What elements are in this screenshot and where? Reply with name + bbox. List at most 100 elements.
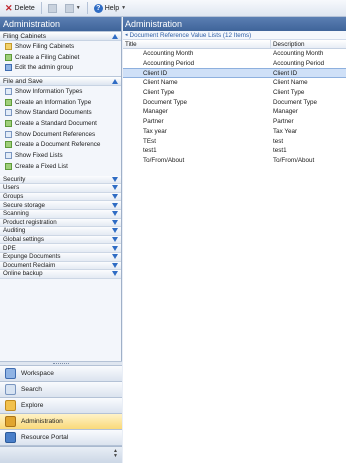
cell-title: Document Type [143, 98, 187, 106]
group-filing-cabinets[interactable]: Filing Cabinets [0, 31, 121, 41]
delete-button[interactable]: ✕ Delete [2, 1, 38, 15]
table-row[interactable]: Client Type Client Type [123, 88, 346, 98]
task-create-information-type[interactable]: Create an Information Type [0, 97, 121, 108]
cabinet-icon [5, 42, 12, 50]
nav-administration[interactable]: Administration [0, 414, 122, 430]
expand-icon[interactable] [112, 185, 118, 191]
task-create-standard-document[interactable]: Create a Standard Document [0, 118, 121, 129]
group-secure-storage[interactable]: Secure storage [0, 201, 121, 210]
table-row[interactable]: TEst test [123, 136, 346, 146]
group-global-settings[interactable]: Global settings [0, 235, 121, 245]
cell-title: Tax year [143, 127, 167, 135]
table-row[interactable]: Client Name Client Name [123, 78, 346, 88]
collapse-arrow-icon: ◂ [125, 32, 128, 38]
table-row[interactable]: Manager Manager [123, 107, 346, 117]
task-label: Show Document References [15, 130, 96, 138]
document-icon [5, 109, 12, 117]
cell-description: Manager [273, 108, 298, 116]
collapse-icon[interactable] [112, 33, 118, 39]
group-title: Scanning [3, 210, 29, 218]
group-product-registration[interactable]: Product registration [0, 218, 121, 228]
table-row[interactable]: Partner Partner [123, 117, 346, 127]
expand-icon[interactable] [112, 211, 118, 217]
cabinet-add-icon [5, 53, 12, 61]
expand-icon[interactable] [112, 219, 118, 225]
nav-overflow-bar[interactable]: ▲ ▼ [0, 446, 122, 463]
help-button[interactable]: ? Help ▼ [91, 1, 129, 15]
group-title: File and Save [3, 77, 43, 85]
group-dpe[interactable]: DPE [0, 244, 121, 253]
key-icon [5, 416, 16, 427]
task-label: Show Fixed Lists [15, 152, 63, 160]
nav-workspace[interactable]: Workspace [0, 366, 122, 382]
table-row[interactable]: Accounting Month Accounting Month [123, 49, 346, 59]
group-title: Auditing [3, 227, 26, 235]
nav-search[interactable]: Search [0, 382, 122, 398]
expand-icon[interactable] [112, 254, 118, 260]
table-row-selected[interactable]: Client ID Client ID [123, 68, 346, 79]
task-show-standard-documents[interactable]: Show Standard Documents [0, 107, 121, 118]
task-show-document-references[interactable]: Show Document References [0, 129, 121, 140]
disabled-tool-button[interactable] [45, 1, 60, 15]
expand-icon[interactable] [112, 237, 118, 243]
expand-icon[interactable] [112, 194, 118, 200]
nav-resource-portal[interactable]: Resource Portal [0, 430, 122, 446]
group-users[interactable]: Users [0, 184, 121, 193]
table-row[interactable]: Document Type Document Type [123, 97, 346, 107]
table-row[interactable]: test1 test1 [123, 146, 346, 156]
delete-icon: ✕ [5, 2, 13, 13]
task-create-document-reference[interactable]: Create a Document Reference [0, 140, 121, 151]
group-expunge-documents[interactable]: Expunge Documents [0, 252, 121, 262]
cell-title: Manager [143, 108, 168, 116]
cell-title: Accounting Period [143, 60, 195, 68]
group-security[interactable]: Security [0, 175, 121, 185]
task-label: Create a Filing Cabinet [15, 53, 80, 61]
table-row[interactable]: To/From/About To/From/About [123, 156, 346, 166]
expand-icon[interactable] [112, 228, 118, 234]
left-pane-title: Administration [0, 17, 121, 31]
table-row[interactable]: Tax year Tax Year [123, 127, 346, 137]
cell-title: Client ID [143, 69, 168, 77]
column-header-title[interactable]: Title [123, 40, 271, 48]
group-scanning[interactable]: Scanning [0, 209, 121, 219]
cell-title: test1 [143, 147, 157, 155]
cell-description: test1 [273, 147, 287, 155]
table-row[interactable]: Accounting Period Accounting Period [123, 59, 346, 69]
chevron-down-icon: ▼ [121, 5, 127, 11]
expand-icon[interactable] [112, 271, 118, 277]
group-title: Product registration [3, 218, 57, 226]
task-show-filing-cabinets[interactable]: Show Filing Cabinets [0, 41, 121, 52]
list-subheading-label: Document Reference Value Lists (12 Items… [129, 31, 252, 39]
expand-icon[interactable] [112, 202, 118, 208]
task-create-fixed-list[interactable]: Create a Fixed List [0, 161, 121, 172]
toolbar-separator [86, 2, 88, 14]
help-label: Help [104, 4, 120, 12]
expand-icon[interactable] [112, 262, 118, 268]
cell-description: Accounting Month [273, 50, 324, 58]
delete-label: Delete [14, 4, 35, 12]
fixed-list-add-icon [5, 162, 12, 170]
chevron-down-icon[interactable]: ▲ ▼ [113, 449, 118, 459]
cell-description: Client Name [273, 79, 308, 87]
column-header-description[interactable]: Description [271, 40, 346, 48]
task-show-information-types[interactable]: Show Information Types [0, 86, 121, 97]
nav-explore[interactable]: Explore [0, 398, 122, 414]
cell-title: TEst [143, 137, 156, 145]
group-online-backup[interactable]: Online backup [0, 270, 121, 279]
search-icon [5, 384, 16, 395]
group-auditing[interactable]: Auditing [0, 227, 121, 236]
task-edit-admin-group[interactable]: Edit the admin group [0, 62, 121, 73]
group-file-and-save[interactable]: File and Save [0, 76, 121, 87]
group-title: Filing Cabinets [3, 32, 46, 40]
group-title: Expunge Documents [3, 253, 61, 261]
task-create-filing-cabinet[interactable]: Create a Filing Cabinet [0, 52, 121, 63]
task-show-fixed-lists[interactable]: Show Fixed Lists [0, 150, 121, 161]
group-document-reclaim[interactable]: Document Reclaim [0, 261, 121, 271]
view-dropdown-button[interactable]: ▼ [62, 1, 84, 15]
group-groups[interactable]: Groups [0, 192, 121, 202]
list-subheading[interactable]: ◂ Document Reference Value Lists (12 Ite… [123, 31, 346, 40]
expand-icon[interactable] [112, 176, 118, 182]
group-title: Security [3, 175, 26, 183]
expand-icon[interactable] [112, 245, 118, 251]
collapse-icon[interactable] [112, 78, 118, 84]
